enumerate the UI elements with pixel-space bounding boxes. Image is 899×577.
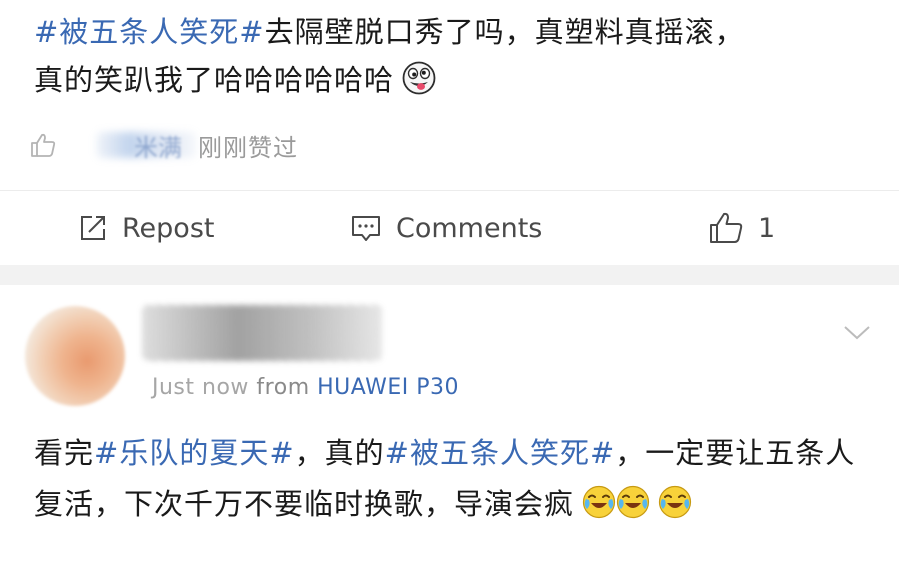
topic-link-band-summer[interactable]: #乐队的夏天# [94, 436, 295, 470]
liker-name[interactable]: 米满 [134, 128, 182, 163]
repost-button[interactable]: Repost [78, 213, 214, 244]
like-count: 1 [758, 212, 776, 244]
liked-text: 刚刚赞过 [198, 133, 298, 162]
laughing-crying-icon [616, 485, 650, 519]
repost-label: Repost [122, 212, 215, 244]
post-topic-link[interactable]: #被五条人笑死# [34, 15, 265, 49]
avatar[interactable] [25, 306, 125, 406]
post-meta: Just now from HUAWEI P30 [152, 375, 459, 400]
like-button[interactable]: 1 [708, 211, 775, 245]
from-label: from [256, 375, 310, 400]
liked-by-row: 米满 刚刚赞过 [28, 128, 298, 162]
comment-icon [352, 216, 380, 241]
like-icon [710, 212, 743, 243]
section-separator [0, 265, 899, 285]
post-body: #被五条人笑死#去隔壁脱口秀了吗，真塑料真摇滚， 真的笑趴我了哈哈哈哈哈哈 [34, 8, 874, 104]
device-link[interactable]: HUAWEI P30 [317, 375, 459, 400]
repost-icon [81, 216, 105, 240]
comment-body: 看完#乐队的夏天#，真的#被五条人笑死#，一定要让五条人复活，下次千万不要临时换… [34, 428, 884, 530]
laughing-crying-icon [582, 485, 616, 519]
chevron-down-icon[interactable] [842, 322, 872, 342]
post-action-bar: Repost Comments 1 [0, 191, 899, 265]
crazy-face-emoji-icon [402, 61, 436, 95]
comments-button[interactable]: Comments [350, 213, 542, 244]
comments-label: Comments [396, 212, 543, 244]
comment-text-part: ，真的 [294, 436, 385, 470]
topic-link-five-people[interactable]: #被五条人笑死# [385, 436, 616, 470]
thumbs-up-icon [31, 133, 56, 157]
comment-text-part: 看完 [34, 436, 95, 470]
post-text-part-1: 去隔壁脱口秀了吗，真塑料真摇滚， [264, 15, 745, 49]
weibo-feed: #被五条人笑死#去隔壁脱口秀了吗，真塑料真摇滚， 真的笑趴我了哈哈哈哈哈哈 米满… [0, 0, 899, 577]
timestamp: Just now [152, 375, 249, 400]
laughing-crying-icon [658, 485, 692, 519]
post-text-part-2: 真的笑趴我了哈哈哈哈哈哈 [34, 63, 395, 97]
username-blurred[interactable] [142, 305, 382, 361]
